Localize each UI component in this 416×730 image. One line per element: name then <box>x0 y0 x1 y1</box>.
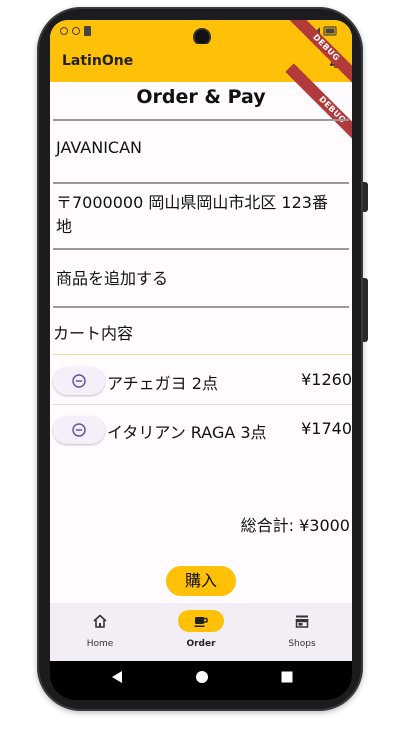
nav-label: Order <box>186 639 216 649</box>
cart-item-name: アチェガヨ 2点 <box>107 374 218 393</box>
divider <box>53 248 349 250</box>
cart-item-price: ¥1260 <box>301 370 352 389</box>
bottom-navigation: Home Order Shops <box>50 603 352 661</box>
address-line-2: 地 <box>56 217 73 236</box>
power-button <box>363 278 368 342</box>
volume-button <box>363 182 368 212</box>
app-title: LatinOne <box>62 53 134 69</box>
front-camera <box>195 30 209 44</box>
sd-card-icon <box>84 26 91 36</box>
page-title: Order & Pay <box>136 86 266 108</box>
back-icon[interactable] <box>110 669 124 685</box>
nav-label: Home <box>86 639 114 649</box>
nav-item-order[interactable]: Order <box>151 603 251 661</box>
nav-item-shops[interactable]: Shops <box>252 603 352 661</box>
address-line-1: 〒7000000 岡山県岡山市北区 123番 <box>56 193 328 212</box>
divider <box>53 306 349 308</box>
status-alarm-icon <box>60 27 68 35</box>
shop-name[interactable]: JAVANICAN <box>56 136 142 160</box>
nav-item-home[interactable]: Home <box>50 603 150 661</box>
cart-item: アチェガヨ 2点 ¥1260 <box>53 366 352 396</box>
coffee-icon <box>194 617 208 627</box>
order-total: 総合計: ¥3000 <box>240 516 350 535</box>
add-item-button[interactable]: 商品を追加する <box>56 267 168 291</box>
cart-divider <box>53 404 352 405</box>
cart-divider <box>53 354 352 355</box>
divider <box>53 182 349 184</box>
home-circle-icon[interactable] <box>195 669 209 685</box>
active-indicator <box>178 610 224 632</box>
cart-item: イタリアン RAGA 3点 ¥1740 <box>53 415 352 445</box>
divider <box>53 119 349 121</box>
remove-item-button[interactable] <box>53 416 105 444</box>
purchase-button[interactable]: 購入 <box>166 566 236 596</box>
remove-item-button[interactable] <box>53 367 105 395</box>
cart-item-price: ¥1740 <box>301 419 352 438</box>
cart-item-name: イタリアン RAGA 3点 <box>107 423 267 442</box>
nav-label: Shops <box>288 639 316 649</box>
minus-circle-icon <box>72 423 86 437</box>
store-icon <box>295 615 309 628</box>
home-icon <box>93 614 107 628</box>
status-sync-icon <box>72 27 80 35</box>
app-screen: LatinOne DEBUG DEBUG Order & Pay JAVANIC… <box>50 20 352 661</box>
cart-title: カート内容 <box>53 324 134 343</box>
minus-circle-icon <box>72 374 86 388</box>
delivery-address[interactable]: 〒7000000 岡山県岡山市北区 123番 地 <box>56 191 328 239</box>
recents-icon[interactable] <box>280 669 294 685</box>
